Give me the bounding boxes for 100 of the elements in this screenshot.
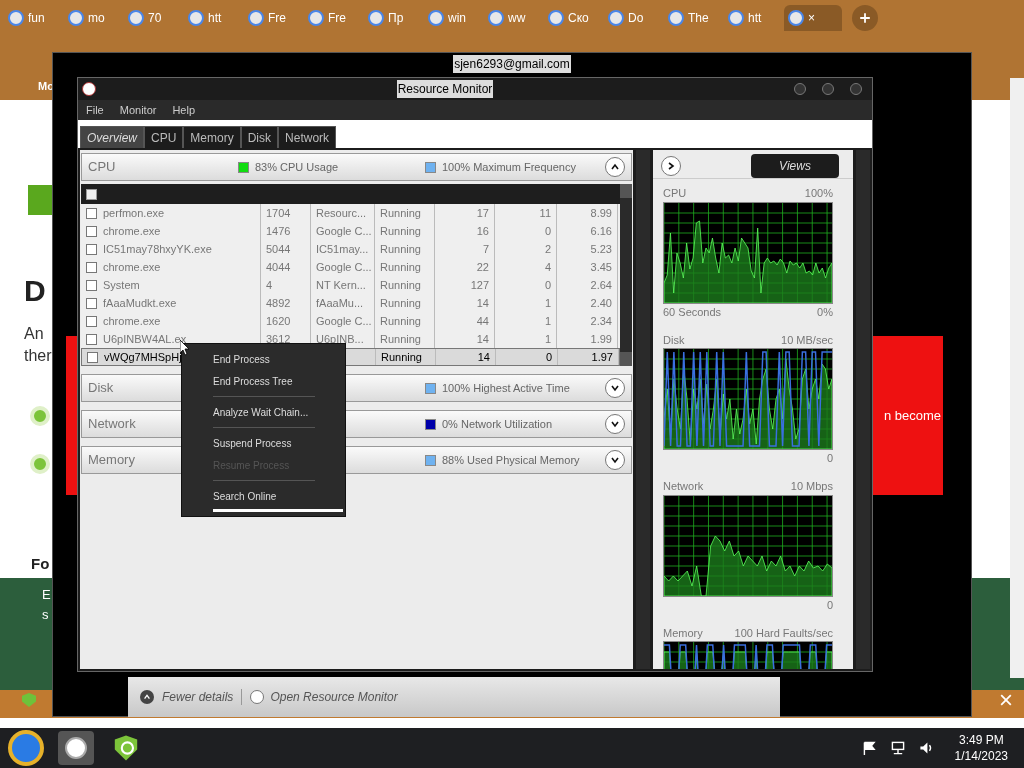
browser-tab[interactable]: ww [484,5,542,31]
row-checkbox[interactable] [86,243,97,255]
expand-panel-button[interactable] [661,156,681,176]
table-cell-text: 17 [476,205,489,221]
table-cell-text: chrome.exe [103,223,161,239]
browser-tab[interactable]: × [784,5,842,31]
section-title: Disk [88,379,114,398]
table-cell-text: 44 [476,313,489,329]
flag-icon[interactable] [862,741,877,755]
table-cell-text: 6.16 [590,223,612,239]
chevron-right-icon [666,161,676,171]
tab-title: fun [28,10,45,27]
browser-tab[interactable]: Πр [364,5,422,31]
browser-tab[interactable]: Ско [544,5,602,31]
collapse-button[interactable] [605,157,625,177]
open-resource-monitor-link[interactable]: Open Resource Monitor [250,688,398,706]
footer-text: E [42,586,51,604]
row-checkbox[interactable] [86,297,97,309]
table-cell-text: vWQg7MHSpHj [104,349,182,365]
site-icon [788,10,804,26]
browser-tab[interactable]: Fre [304,5,362,31]
network-icon[interactable] [890,741,905,755]
table-cell-text: Running [381,349,422,365]
volume-icon[interactable] [918,741,933,755]
browser-tab[interactable]: htt [184,5,242,31]
browser-tab[interactable]: The [664,5,722,31]
tab[interactable]: Memory [183,126,241,148]
table-scrollbar[interactable] [620,184,632,366]
menu-item[interactable]: Help [172,101,196,119]
browser-tab[interactable]: fun [4,5,62,31]
tab-title: Do [628,10,644,27]
row-checkbox[interactable] [86,207,97,219]
row-checkbox[interactable] [87,351,98,363]
page-text: An [24,324,44,344]
table-cell-text: 2.34 [590,313,612,329]
menu-item[interactable]: Search Online [182,485,345,507]
table-cell-text: 1 [544,313,551,329]
table-cell-text: perfmon.exe [103,205,165,221]
shield-search-icon [112,734,140,762]
tab[interactable]: CPU [144,126,184,148]
expand-button[interactable] [605,414,625,434]
section-title: Network [88,415,136,434]
select-all-checkbox[interactable] [86,188,97,200]
taskbar-app[interactable] [58,731,94,765]
tab[interactable]: Network [278,126,337,148]
menu-item[interactable]: Monitor [119,101,157,119]
table-cell-text: 4 [544,259,551,275]
clock[interactable]: 3:49 PM 1/14/2023 [954,732,1008,764]
expand-button[interactable] [605,450,625,470]
chevron-down-icon [610,419,620,429]
fewer-details-button[interactable]: Fewer details [140,688,234,706]
row-checkbox[interactable] [86,333,97,345]
table-cell-text: 4892 [266,295,291,311]
start-button[interactable] [8,730,44,766]
table-cell-text: 0 [544,277,551,293]
scrollbar[interactable] [1010,78,1024,678]
expand-button[interactable] [605,378,625,398]
tab-title: Fre [268,10,286,27]
row-checkbox[interactable] [86,261,97,273]
graph-title: Network [663,479,704,494]
row-checkbox[interactable] [86,315,97,327]
browser-tab[interactable]: win [424,5,482,31]
graph-title: CPU [663,186,687,201]
row-checkbox[interactable] [86,279,97,291]
close-button[interactable] [850,83,862,95]
table-cell-text: 4044 [266,259,291,275]
browser-tab[interactable]: htt [724,5,782,31]
table-cell-text: Google C... [316,313,372,329]
table-cell-text: 0 [545,349,552,365]
tab-title: The [688,10,709,27]
views-button[interactable]: Views [751,154,839,178]
chevron-down-icon [610,455,620,465]
menu-item[interactable]: File [86,101,104,119]
section-header[interactable]: CPU 83% CPU Usage 100% Maximum Frequency [81,153,632,181]
browser-tab[interactable]: Do [604,5,662,31]
table-cell-text: U6pINBW4AL.ex [103,331,187,347]
graph-scale: 0 [826,597,833,613]
page-heading: D [24,273,46,309]
minimize-button[interactable] [794,83,806,95]
browser-tab[interactable]: mo [64,5,122,31]
browser-tab[interactable]: Fre [244,5,302,31]
close-icon[interactable] [1000,694,1012,706]
tab[interactable]: Disk [240,126,279,148]
stat-text: 83% CPU Usage [255,159,339,175]
shield-icon [22,693,36,707]
table-cell-text: chrome.exe [103,259,161,275]
tab-title: Πр [388,10,404,27]
table-cell-text: 14 [476,331,489,347]
page-text: ther [24,346,52,366]
row-checkbox[interactable] [86,225,97,237]
section-title: CPU [88,158,116,177]
banner-text: n become [884,406,942,425]
table-cell-text: Running [380,259,421,275]
browser-tab[interactable]: 70 [124,5,182,31]
stat-text: 88% Used Physical Memory [442,452,580,468]
tab[interactable]: Overview [80,126,144,148]
table-cell-text: IC51may78hxyYK.exe [103,241,212,257]
table-cell-text: 3612 [266,331,291,347]
table-cell-text: Google C... [316,259,372,275]
maximize-button[interactable] [822,83,834,95]
